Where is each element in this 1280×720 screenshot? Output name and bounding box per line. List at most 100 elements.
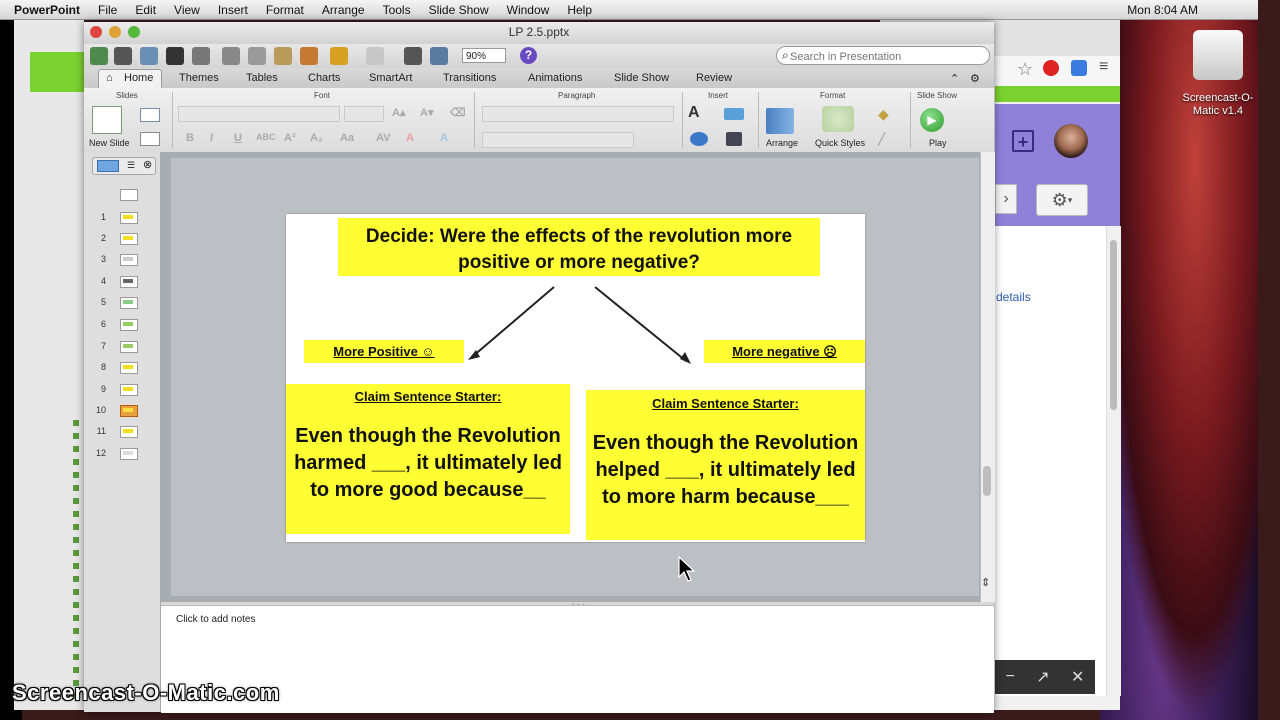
tab-transitions[interactable]: Transitions: [443, 72, 496, 84]
paragraph-tools-row-2[interactable]: [482, 132, 634, 148]
italic-icon[interactable]: I: [210, 132, 213, 144]
tab-themes[interactable]: Themes: [179, 72, 219, 84]
browser-scroll-thumb[interactable]: [1110, 240, 1117, 410]
menu-edit[interactable]: Edit: [135, 3, 156, 17]
slide-thumbnail[interactable]: [120, 384, 138, 396]
clear-format-icon[interactable]: ⌫: [450, 106, 466, 119]
new-slide-icon[interactable]: [92, 106, 122, 134]
tab-home[interactable]: Home: [124, 72, 153, 84]
avatar[interactable]: [1054, 124, 1088, 158]
underline-icon[interactable]: U: [234, 132, 242, 144]
text-box-icon[interactable]: A: [688, 104, 708, 124]
shape-icon[interactable]: [690, 132, 708, 146]
media-icon[interactable]: [726, 132, 742, 146]
text-effects-icon[interactable]: A: [440, 132, 448, 144]
editor-scrollbar[interactable]: [980, 152, 995, 602]
menu-format[interactable]: Format: [266, 3, 304, 17]
font-size-select[interactable]: [344, 106, 384, 122]
close-window-button[interactable]: [90, 26, 102, 38]
sidebar-toggle-icon[interactable]: [404, 47, 422, 65]
picture-icon[interactable]: [724, 108, 744, 120]
help-icon[interactable]: ?: [520, 47, 537, 64]
menu-slide-show[interactable]: Slide Show: [429, 3, 489, 17]
outline-view-icon[interactable]: ☰: [127, 160, 135, 171]
open-icon[interactable]: [140, 47, 158, 65]
slide-thumbnail[interactable]: [120, 254, 138, 266]
tab-slide-show[interactable]: Slide Show: [614, 72, 669, 84]
font-color-icon[interactable]: A: [406, 132, 414, 144]
quick-styles-label[interactable]: Quick Styles: [815, 138, 865, 148]
slide-thumbnail[interactable]: [120, 362, 138, 374]
character-spacing-icon[interactable]: AV: [376, 132, 390, 144]
translate-icon[interactable]: [1071, 60, 1087, 76]
sidebar-view-tabs[interactable]: ☰ ⊗: [92, 157, 156, 175]
new-slide-label[interactable]: New Slide: [89, 138, 130, 148]
add-icon[interactable]: +: [1012, 130, 1034, 152]
shrink-font-icon[interactable]: A▾: [420, 106, 433, 119]
chevron-right-icon[interactable]: ›: [995, 184, 1017, 214]
menu-tools[interactable]: Tools: [383, 3, 411, 17]
menu-icon[interactable]: ≡: [1099, 58, 1108, 76]
subscript-icon[interactable]: A₂: [310, 132, 323, 144]
undo-icon[interactable]: [330, 47, 348, 65]
arrange-label[interactable]: Arrange: [766, 138, 798, 148]
slide-thumbnail-selected[interactable]: [120, 405, 138, 417]
gallery-icon[interactable]: [114, 47, 132, 65]
slide-thumbnail[interactable]: [120, 276, 138, 288]
redo-icon[interactable]: [366, 47, 384, 65]
save-icon[interactable]: [166, 47, 184, 65]
expand-icon[interactable]: ↗: [1036, 667, 1049, 687]
menu-file[interactable]: File: [98, 3, 117, 17]
print-icon[interactable]: [192, 47, 210, 65]
copy-icon[interactable]: [248, 47, 266, 65]
grow-font-icon[interactable]: A▴: [392, 106, 405, 119]
minimize-icon[interactable]: −: [1006, 668, 1015, 686]
menu-window[interactable]: Window: [507, 3, 550, 17]
line-icon[interactable]: ╱: [878, 132, 894, 146]
play-icon[interactable]: ▶: [920, 108, 944, 132]
ribbon-gear-icon[interactable]: ⚙: [970, 72, 980, 85]
close-icon[interactable]: ✕: [1071, 667, 1084, 687]
star-icon[interactable]: ☆: [1017, 59, 1033, 80]
fill-icon[interactable]: ◆: [878, 106, 894, 122]
slide-thumbnail[interactable]: [120, 341, 138, 353]
media-browser-icon[interactable]: [430, 47, 448, 65]
paragraph-tools-row-1[interactable]: [482, 106, 674, 122]
slide-thumbnail[interactable]: [120, 233, 138, 245]
editor-scroll-thumb[interactable]: [983, 466, 991, 496]
arrange-icon[interactable]: [766, 108, 794, 134]
change-case-icon[interactable]: Aa: [340, 132, 354, 144]
slide-thumbnail-title[interactable]: [120, 189, 138, 201]
tab-charts[interactable]: Charts: [308, 72, 340, 84]
menu-arrange[interactable]: Arrange: [322, 3, 365, 17]
font-name-select[interactable]: [178, 106, 340, 122]
screencast-app-icon[interactable]: [1193, 30, 1243, 80]
zoom-select[interactable]: 90%: [462, 48, 506, 63]
menu-insert[interactable]: Insert: [218, 3, 248, 17]
paste-icon[interactable]: [274, 47, 292, 65]
close-pane-icon[interactable]: ⊗: [143, 158, 152, 171]
tab-tables[interactable]: Tables: [246, 72, 278, 84]
search-input[interactable]: [788, 47, 982, 66]
slides-view-icon[interactable]: [97, 160, 119, 172]
menubar-clock[interactable]: Mon 8:04 AM: [1127, 3, 1198, 17]
tab-review[interactable]: Review: [696, 72, 732, 84]
slide-thumbnail[interactable]: [120, 448, 138, 460]
format-painter-icon[interactable]: [300, 47, 318, 65]
layout-icon[interactable]: [140, 108, 160, 122]
menu-powerpoint[interactable]: PowerPoint: [14, 3, 80, 17]
extension-icon[interactable]: [1043, 60, 1059, 76]
slide-thumbnail[interactable]: [120, 297, 138, 309]
settings-button[interactable]: ⚙ ▾: [1036, 184, 1088, 216]
new-icon[interactable]: [90, 47, 108, 65]
slide-thumbnail[interactable]: [120, 426, 138, 438]
superscript-icon[interactable]: A²: [284, 132, 296, 144]
slide-thumbnail[interactable]: [120, 212, 138, 224]
cut-icon[interactable]: [222, 47, 240, 65]
strikethrough-icon[interactable]: ABC: [256, 132, 276, 142]
notes-pane[interactable]: [161, 605, 994, 713]
details-link[interactable]: details: [996, 290, 1031, 304]
quick-styles-icon[interactable]: [822, 106, 854, 132]
play-label[interactable]: Play: [929, 138, 947, 148]
notes-placeholder[interactable]: Click to add notes: [176, 614, 256, 625]
